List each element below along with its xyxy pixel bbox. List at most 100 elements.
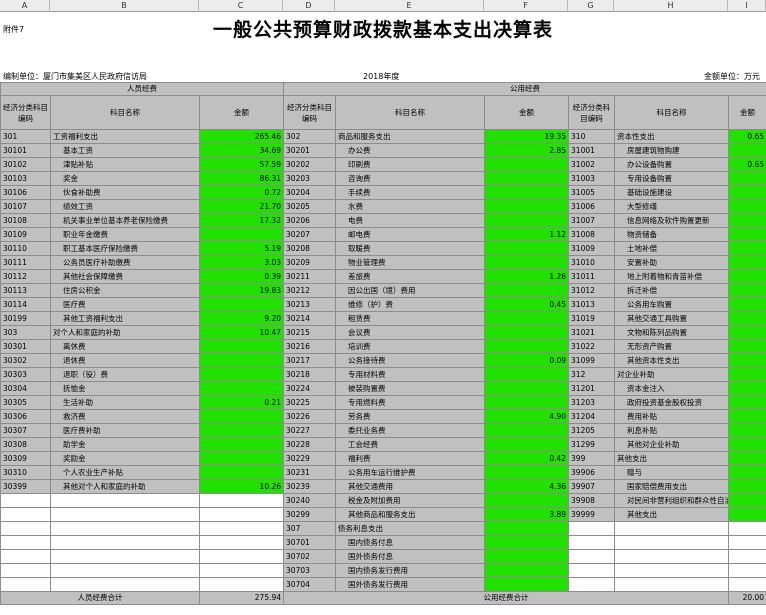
name-cell[interactable]: 对民间非营利组织和群众性自治组织补贴 [614, 493, 730, 508]
amount-cell[interactable] [728, 395, 766, 410]
code-cell[interactable] [0, 493, 51, 508]
code-cell[interactable]: 30231 [283, 465, 337, 480]
name-cell[interactable]: 津贴补贴 [50, 157, 200, 172]
amount-cell[interactable] [728, 563, 766, 578]
name-cell[interactable]: 抚恤金 [50, 381, 200, 396]
amount-cell[interactable]: 19.83 [198, 283, 285, 298]
amount-cell[interactable] [198, 381, 285, 396]
code-cell[interactable]: 31009 [568, 241, 616, 256]
code-cell[interactable]: 31205 [568, 423, 616, 438]
amount-cell[interactable] [728, 549, 766, 564]
name-cell[interactable] [50, 549, 200, 564]
code-cell[interactable] [0, 549, 51, 564]
amount-cell[interactable] [484, 241, 570, 256]
code-cell[interactable]: 30306 [0, 409, 51, 424]
amount-cell[interactable]: 0.45 [484, 297, 570, 312]
amount-cell[interactable] [198, 437, 285, 452]
amount-cell[interactable] [198, 521, 285, 536]
amount-cell[interactable] [198, 563, 285, 578]
amount-cell[interactable]: 5.19 [198, 241, 285, 256]
code-cell[interactable]: 31201 [568, 381, 616, 396]
code-cell[interactable]: 30113 [0, 283, 51, 298]
amount-cell[interactable] [484, 325, 570, 340]
amount-cell[interactable] [484, 521, 570, 536]
code-cell[interactable]: 39908 [568, 493, 616, 508]
amount-cell[interactable] [198, 549, 285, 564]
name-cell[interactable]: 其他资本性支出 [614, 353, 730, 368]
name-cell[interactable]: 物资储备 [614, 227, 730, 242]
amount-cell[interactable] [484, 381, 570, 396]
code-cell[interactable]: 31019 [568, 311, 616, 326]
code-cell[interactable]: 39907 [568, 479, 616, 494]
code-cell[interactable]: 30108 [0, 213, 51, 228]
amount-cell[interactable] [728, 143, 766, 158]
amount-cell[interactable] [484, 255, 570, 270]
name-cell[interactable] [614, 521, 730, 536]
name-cell[interactable]: 福利费 [335, 451, 486, 466]
code-cell[interactable]: 302 [283, 129, 337, 144]
code-cell[interactable]: 30215 [283, 325, 337, 340]
column-letter-e[interactable]: E [335, 0, 484, 12]
code-cell[interactable]: 30304 [0, 381, 51, 396]
amount-cell[interactable] [198, 339, 285, 354]
amount-cell[interactable] [728, 311, 766, 326]
code-cell[interactable] [0, 535, 51, 550]
name-cell[interactable]: 安置补助 [614, 255, 730, 270]
amount-cell[interactable]: 1.26 [484, 269, 570, 284]
name-cell[interactable]: 专用设备购置 [614, 171, 730, 186]
code-cell[interactable]: 30307 [0, 423, 51, 438]
name-cell[interactable]: 其他商品和服务支出 [335, 507, 486, 522]
amount-cell[interactable] [198, 367, 285, 382]
name-cell[interactable]: 国内债务发行费用 [335, 563, 486, 578]
amount-cell[interactable] [728, 437, 766, 452]
code-cell[interactable]: 31010 [568, 255, 616, 270]
name-cell[interactable]: 公务用车购置 [614, 297, 730, 312]
name-cell[interactable]: 电费 [335, 213, 486, 228]
name-cell[interactable]: 机关事业单位基本养老保险缴费 [50, 213, 200, 228]
amount-cell[interactable] [484, 283, 570, 298]
name-cell[interactable]: 医疗费 [50, 297, 200, 312]
name-cell[interactable]: 办公设备购置 [614, 157, 730, 172]
name-cell[interactable]: 助学金 [50, 437, 200, 452]
code-cell[interactable]: 30703 [283, 563, 337, 578]
amount-cell[interactable]: 9.20 [198, 311, 285, 326]
name-cell[interactable]: 文物和陈列品购置 [614, 325, 730, 340]
column-letter-d[interactable]: D [283, 0, 335, 12]
amount-cell[interactable] [728, 507, 766, 522]
amount-cell[interactable] [198, 409, 285, 424]
code-cell[interactable]: 30106 [0, 185, 51, 200]
name-cell[interactable]: 手续费 [335, 185, 486, 200]
code-cell[interactable]: 30203 [283, 171, 337, 186]
name-cell[interactable] [50, 493, 200, 508]
name-cell[interactable]: 大型修缮 [614, 199, 730, 214]
name-cell[interactable]: 专用材料费 [335, 367, 486, 382]
amount-cell[interactable] [728, 325, 766, 340]
amount-cell[interactable] [728, 535, 766, 550]
name-cell[interactable]: 绩效工资 [50, 199, 200, 214]
code-cell[interactable]: 399 [568, 451, 616, 466]
code-cell[interactable]: 30207 [283, 227, 337, 242]
code-cell[interactable]: 30227 [283, 423, 337, 438]
code-cell[interactable]: 31005 [568, 185, 616, 200]
amount-cell[interactable] [728, 353, 766, 368]
code-cell[interactable]: 30109 [0, 227, 51, 242]
name-cell[interactable]: 基本工资 [50, 143, 200, 158]
amount-cell[interactable] [198, 353, 285, 368]
amount-cell[interactable] [728, 241, 766, 256]
code-cell[interactable]: 31203 [568, 395, 616, 410]
amount-cell[interactable] [728, 185, 766, 200]
amount-cell[interactable] [728, 283, 766, 298]
name-cell[interactable]: 印刷费 [335, 157, 486, 172]
name-cell[interactable]: 赠与 [614, 465, 730, 480]
code-cell[interactable]: 30111 [0, 255, 51, 270]
code-cell[interactable]: 30225 [283, 395, 337, 410]
amount-cell[interactable] [484, 549, 570, 564]
amount-cell[interactable] [728, 521, 766, 536]
amount-cell[interactable] [728, 577, 766, 592]
amount-cell[interactable] [728, 297, 766, 312]
amount-cell[interactable] [198, 493, 285, 508]
name-cell[interactable]: 无形资产购置 [614, 339, 730, 354]
amount-cell[interactable] [728, 227, 766, 242]
name-cell[interactable]: 退休费 [50, 353, 200, 368]
name-cell[interactable]: 对个人和家庭的补助 [50, 325, 200, 340]
